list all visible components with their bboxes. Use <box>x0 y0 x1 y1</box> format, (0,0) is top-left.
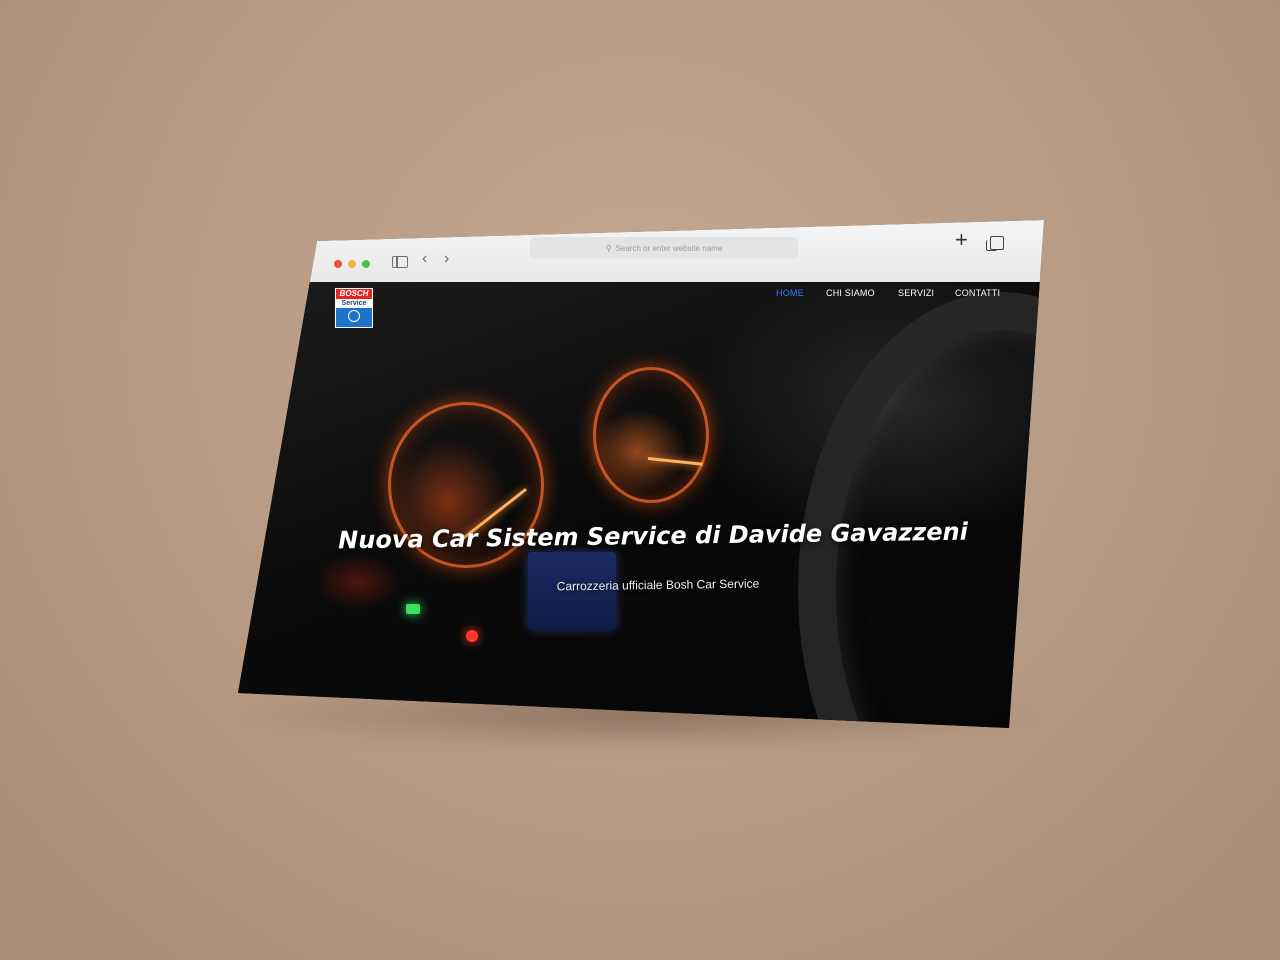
new-tab-plus-icon[interactable]: + <box>955 229 968 251</box>
minimize-window-button[interactable] <box>348 260 356 268</box>
back-arrow-icon[interactable]: ‹ <box>422 251 427 267</box>
dashboard-green-indicator <box>406 604 420 614</box>
logo-emblem-icon <box>348 310 360 322</box>
address-placeholder: Search or enter website name <box>615 243 723 253</box>
logo-line-2: Service <box>336 299 372 308</box>
address-bar[interactable]: ⚲ Search or enter website name <box>530 237 798 259</box>
nav-chi-siamo[interactable]: CHI SIAMO <box>826 288 875 298</box>
tachometer-gauge-image <box>593 367 709 503</box>
hero-section: Nuova Car Sistem Service di Davide Gavaz… <box>238 282 1044 728</box>
nav-servizi[interactable]: SERVIZI <box>898 288 934 298</box>
logo-line-1: BOSCH <box>336 289 372 299</box>
tab-overview-icon[interactable] <box>986 236 1004 251</box>
browser-toolbar: ‹ › ⚲ Search or enter website name + <box>238 220 1044 283</box>
browser-window-mockup: ‹ › ⚲ Search or enter website name + Nuo… <box>238 220 1044 728</box>
sidebar-toggle-icon[interactable] <box>392 256 408 268</box>
dashboard-red-indicator <box>466 630 478 642</box>
nav-contatti[interactable]: CONTATTI <box>955 288 1000 298</box>
bosch-service-logo[interactable]: BOSCH Service <box>335 288 373 328</box>
nav-home[interactable]: HOME <box>776 288 804 298</box>
close-window-button[interactable] <box>334 260 342 268</box>
forward-arrow-icon[interactable]: › <box>444 251 449 267</box>
maximize-window-button[interactable] <box>362 260 370 268</box>
search-icon: ⚲ <box>605 243 612 253</box>
steering-wheel-image <box>798 292 1044 728</box>
